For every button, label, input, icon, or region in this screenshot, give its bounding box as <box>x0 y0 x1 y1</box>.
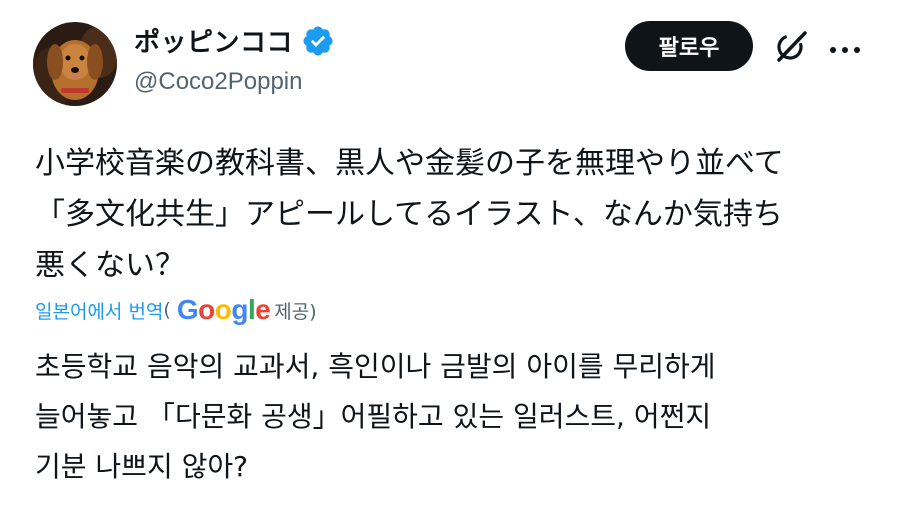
avatar[interactable] <box>33 22 117 106</box>
more-dots-icon[interactable] <box>828 40 862 53</box>
translated-from-link[interactable]: 일본어에서 번역 <box>35 297 163 324</box>
author-name-row: ポッピンココ <box>134 22 335 59</box>
grok-icon[interactable] <box>773 28 809 64</box>
paren-open: ( <box>163 299 171 321</box>
display-name[interactable]: ポッピンココ <box>134 22 293 59</box>
provided-label: 제공) <box>274 300 317 323</box>
translated-text: 초등학교 음악의 교과서, 흑인이나 금발의 아이를 무리하게 늘어놓고 「다문… <box>35 350 716 483</box>
author-handle[interactable]: @Coco2Poppin <box>134 68 302 96</box>
verified-badge-icon <box>301 24 335 58</box>
tweet-text: 小学校音楽の教科書、黒人や金髪の子を無理やり並べて 「多文化共生」アピールしてる… <box>35 146 784 283</box>
follow-button[interactable]: 팔로우 <box>625 21 753 71</box>
google-logo: Google <box>176 294 271 325</box>
translation-attribution: 일본어에서 번역 ( Google 제공) <box>35 294 317 326</box>
